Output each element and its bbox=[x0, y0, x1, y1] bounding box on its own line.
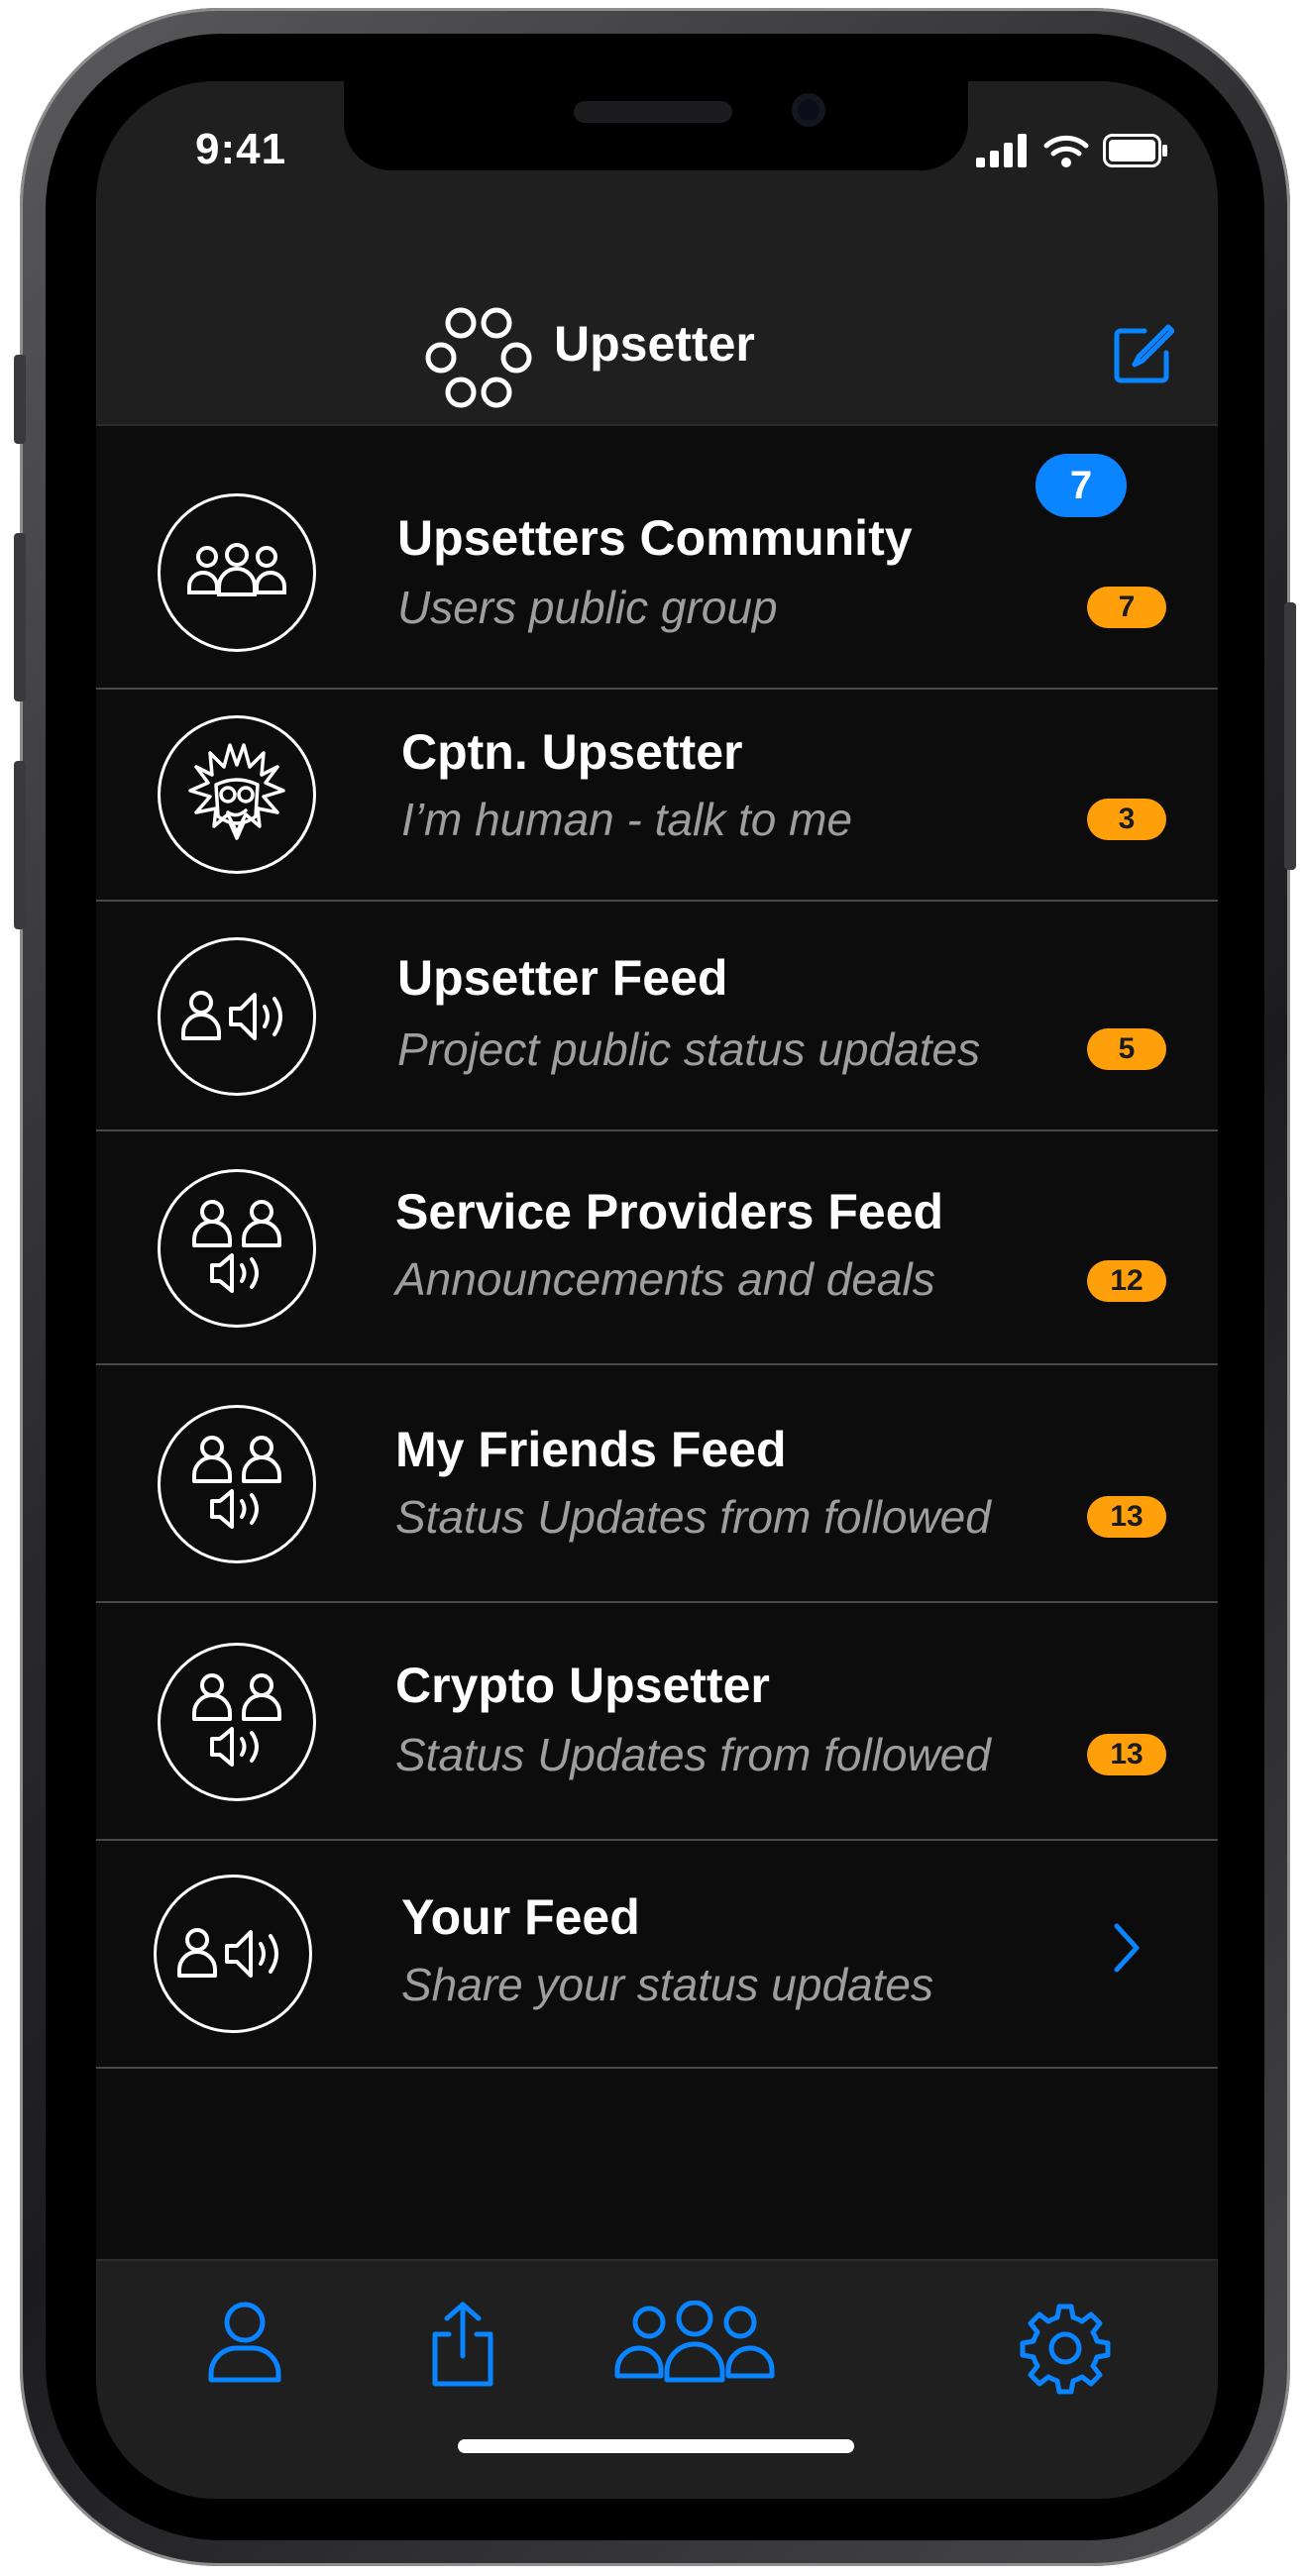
item-subtitle: Announcements and deals bbox=[395, 1253, 935, 1305]
status-icons bbox=[976, 131, 1168, 170]
item-subtitle: Status Updates from followed bbox=[395, 1491, 991, 1543]
item-subtitle: Status Updates from followed bbox=[395, 1729, 991, 1780]
people-speaker-icon bbox=[158, 1169, 316, 1328]
front-camera bbox=[792, 93, 825, 127]
unread-count-badge: 7 bbox=[1036, 454, 1127, 517]
people-speaker-icon bbox=[158, 1405, 316, 1563]
volume-up-button bbox=[14, 533, 26, 701]
power-button bbox=[1284, 602, 1296, 870]
list-item[interactable]: Service Providers Feed Announcements and… bbox=[96, 1131, 1218, 1365]
item-title: Cptn. Upsetter bbox=[401, 724, 743, 780]
tab-bar bbox=[96, 2259, 1218, 2499]
chat-list: 7 Upsetters Community Users public group… bbox=[96, 428, 1218, 2069]
count-badge: 13 bbox=[1087, 1496, 1166, 1538]
group-icon[interactable] bbox=[613, 2301, 776, 2386]
item-title: Service Providers Feed bbox=[395, 1184, 944, 1239]
item-title: My Friends Feed bbox=[395, 1422, 787, 1477]
speaker-grille bbox=[574, 101, 732, 123]
list-item[interactable]: 7 Upsetters Community Users public group… bbox=[96, 428, 1218, 690]
captain-face-icon bbox=[158, 715, 316, 874]
item-title: Upsetter Feed bbox=[397, 950, 728, 1006]
mute-switch bbox=[14, 355, 26, 444]
item-title: Upsetters Community bbox=[397, 510, 913, 566]
item-title: Your Feed bbox=[401, 1889, 640, 1945]
list-item[interactable]: Cptn. Upsetter I’m human - talk to me 3 bbox=[96, 690, 1218, 902]
list-item[interactable]: Upsetter Feed Project public status upda… bbox=[96, 902, 1218, 1131]
profile-icon[interactable] bbox=[205, 2301, 284, 2386]
wifi-icon bbox=[1043, 135, 1089, 167]
screen: 9:41 Upsetter 7 Upsetters Community User… bbox=[96, 81, 1218, 2499]
community-group-icon bbox=[158, 493, 316, 652]
people-speaker-icon bbox=[158, 1643, 316, 1801]
battery-icon bbox=[1103, 134, 1167, 167]
compose-icon[interactable] bbox=[1111, 323, 1174, 386]
app-title: Upsetter bbox=[554, 316, 755, 372]
item-title: Crypto Upsetter bbox=[395, 1658, 770, 1713]
count-badge: 13 bbox=[1087, 1734, 1166, 1775]
item-subtitle: Project public status updates bbox=[397, 1023, 981, 1075]
share-icon[interactable] bbox=[423, 2301, 502, 2390]
item-subtitle: I’m human - talk to me bbox=[401, 794, 853, 845]
person-speaker-icon bbox=[154, 1875, 312, 2033]
rings-logo-icon bbox=[425, 307, 532, 408]
signal-icon bbox=[976, 134, 1027, 167]
count-badge: 3 bbox=[1087, 799, 1166, 840]
list-item[interactable]: Your Feed Share your status updates bbox=[96, 1841, 1218, 2069]
item-subtitle: Users public group bbox=[397, 582, 778, 633]
count-badge: 12 bbox=[1087, 1260, 1166, 1302]
count-badge: 5 bbox=[1087, 1028, 1166, 1070]
list-item[interactable]: My Friends Feed Status Updates from foll… bbox=[96, 1365, 1218, 1603]
person-speaker-icon bbox=[158, 937, 316, 1096]
chevron-right-icon[interactable] bbox=[1107, 1918, 1146, 1978]
settings-gear-icon[interactable] bbox=[1018, 2301, 1113, 2396]
status-time: 9:41 bbox=[195, 125, 287, 173]
volume-down-button bbox=[14, 761, 26, 929]
count-badge: 7 bbox=[1087, 587, 1166, 628]
notch bbox=[344, 81, 968, 170]
home-indicator[interactable] bbox=[458, 2439, 854, 2453]
nav-bar: Upsetter bbox=[96, 220, 1218, 426]
item-subtitle: Share your status updates bbox=[401, 1959, 933, 2010]
list-item[interactable]: Crypto Upsetter Status Updates from foll… bbox=[96, 1603, 1218, 1841]
